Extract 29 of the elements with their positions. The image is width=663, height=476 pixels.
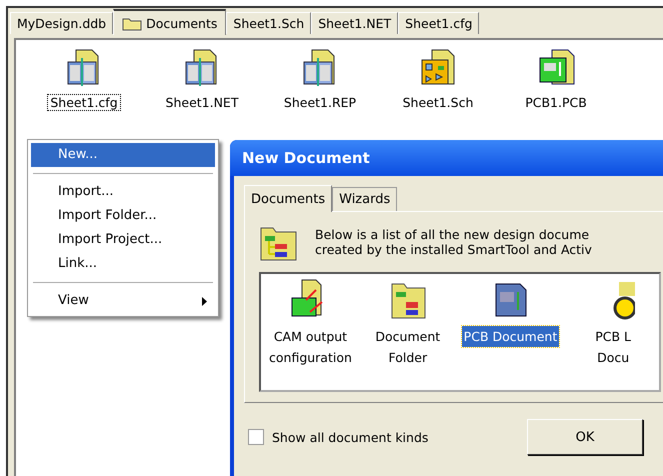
file-name[interactable]: Sheet1.NET [162, 94, 242, 111]
document-tab[interactable]: Documents [113, 9, 226, 35]
menu-item[interactable]: View [31, 289, 215, 313]
document-tab[interactable]: Sheet1.NET [311, 12, 398, 34]
checkbox[interactable] [248, 429, 264, 445]
file-name[interactable]: Sheet1.REP [280, 94, 360, 111]
document-kind-label[interactable]: PCB Document [462, 326, 560, 347]
document-tab[interactable]: Sheet1.cfg [398, 12, 480, 34]
dialog-tab[interactable]: Wizards [332, 187, 398, 211]
file-name[interactable]: Sheet1.cfg [47, 94, 121, 111]
menu-item[interactable]: Import... [31, 180, 215, 204]
dialog-title: New Document [241, 149, 370, 167]
folder-icon [122, 16, 142, 30]
menu-item[interactable]: Import Folder... [31, 204, 215, 228]
document-kind-label[interactable]: PCB L Docu [593, 326, 634, 368]
submenu-arrow-icon [202, 296, 207, 306]
file-name[interactable]: Sheet1.Sch [400, 94, 476, 111]
file-name[interactable]: PCB1.PCB [522, 94, 590, 111]
menu-item[interactable]: New... [31, 143, 215, 167]
document-tab[interactable]: Sheet1.Sch [226, 12, 312, 34]
description-text: created by the installed SmartTool and Activ [315, 242, 592, 257]
menu-item[interactable]: Import Project... [31, 228, 215, 252]
document-kind-label[interactable]: Document Folder [373, 326, 442, 368]
menu-item[interactable]: Link... [31, 252, 215, 276]
ok-button[interactable]: OK [527, 419, 643, 455]
dialog-tab[interactable]: Documents [244, 185, 332, 212]
document-kind-label[interactable]: CAM output configuration [267, 326, 354, 368]
description-text: Below is a list of all the new design docume [315, 227, 590, 242]
checkbox-label: Show all document kinds [272, 430, 428, 444]
